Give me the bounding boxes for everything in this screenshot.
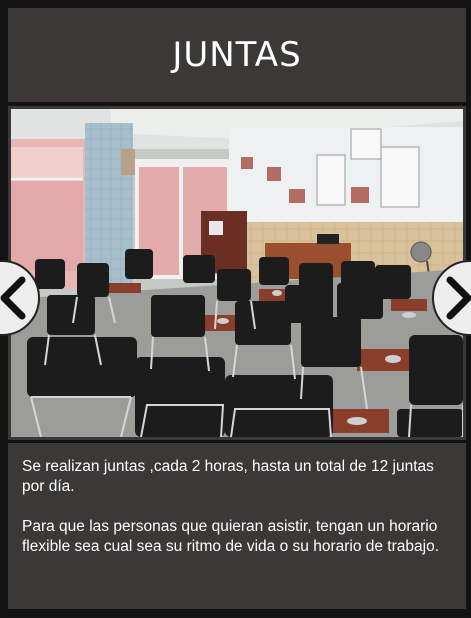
description-paragraph-2: Para que las personas que quieran asisti… bbox=[22, 518, 440, 555]
page-title: JUNTAS bbox=[172, 35, 302, 75]
page: JUNTAS Se realizan juntas ,cada 2 horas,… bbox=[0, 0, 471, 618]
meeting-room-photo bbox=[11, 109, 463, 437]
chevron-left-icon bbox=[0, 276, 26, 320]
description-panel: Se realizan juntas ,cada 2 horas, hasta … bbox=[8, 443, 466, 609]
chevron-right-icon bbox=[446, 276, 471, 320]
description-paragraph-1: Se realizan juntas ,cada 2 horas, hasta … bbox=[22, 458, 434, 495]
title-panel: JUNTAS bbox=[8, 8, 466, 102]
image-carousel bbox=[8, 106, 466, 440]
